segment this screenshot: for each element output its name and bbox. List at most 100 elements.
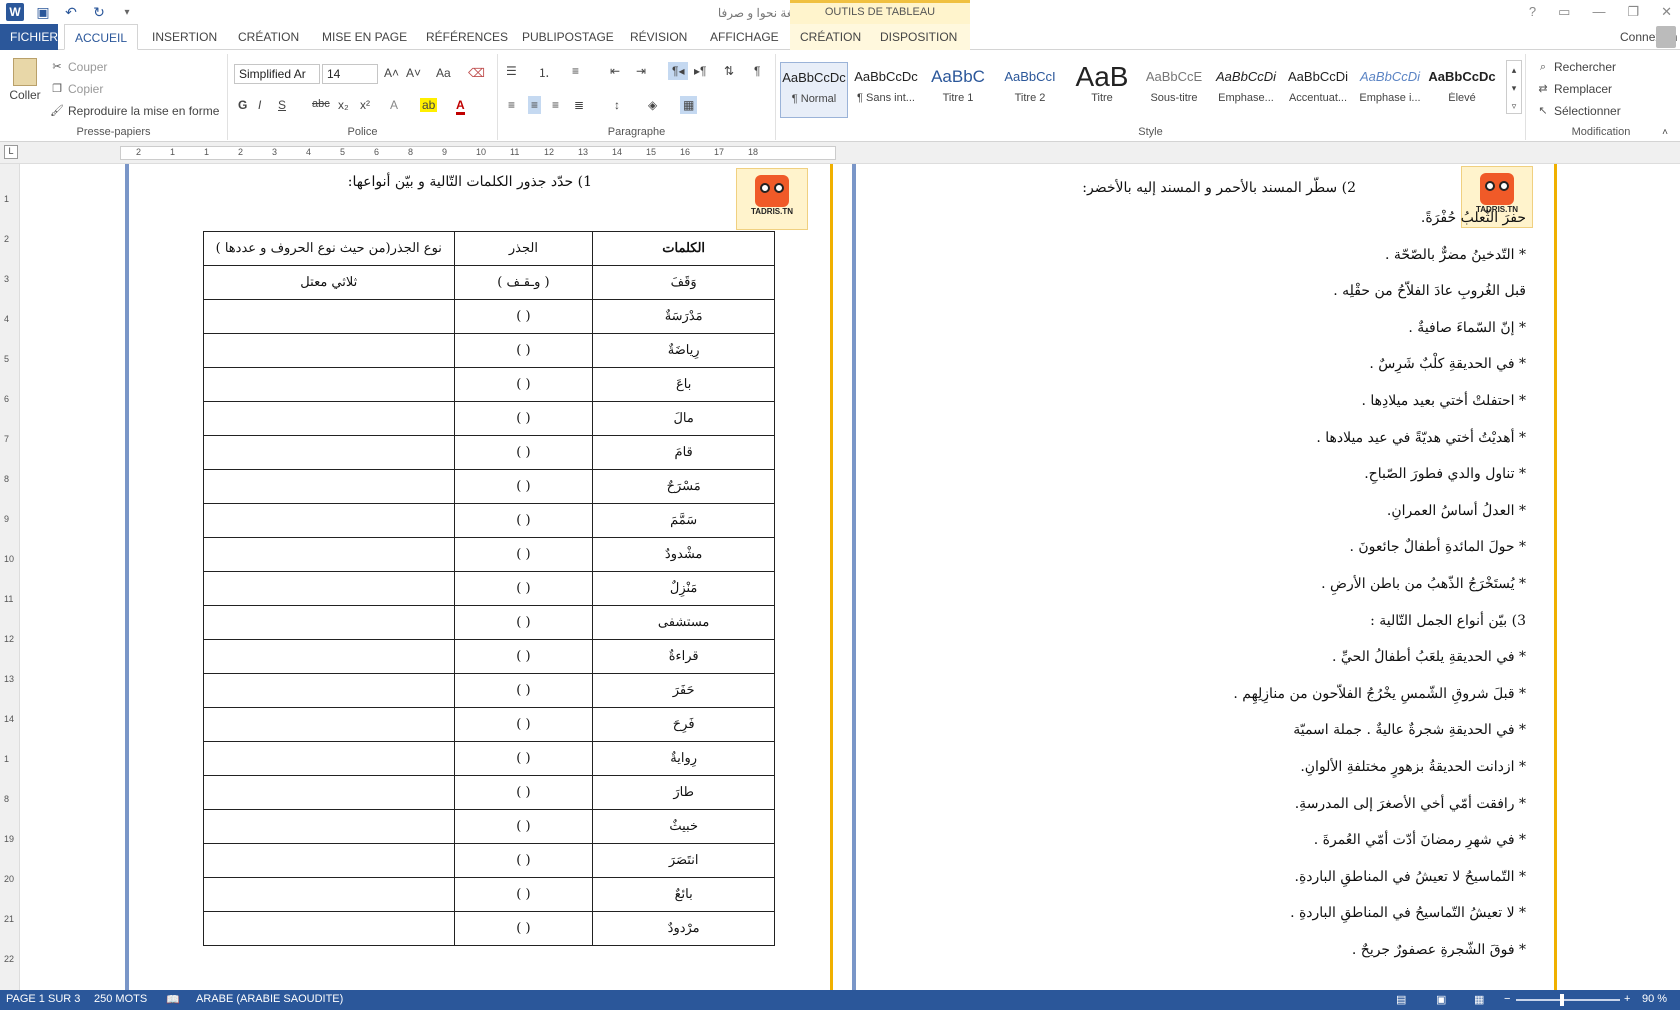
cell-word[interactable]: وَقَفَ (592, 265, 775, 300)
cell-root-type[interactable] (203, 571, 455, 606)
tab-mailings[interactable]: PUBLIPOSTAGE (512, 24, 624, 50)
cell-root-type[interactable] (203, 469, 455, 504)
cell-root-type[interactable] (203, 775, 455, 810)
style-item[interactable]: AaBbCcDc ¶ Sans int... (852, 62, 920, 118)
style-item[interactable]: AaBbC Titre 1 (924, 62, 992, 118)
cell-root[interactable]: ( ) (453, 741, 594, 776)
cell-root[interactable]: ( ) (453, 877, 594, 912)
cell-root-type[interactable] (203, 299, 455, 334)
cell-root[interactable]: ( ) (453, 503, 594, 538)
cell-root-type[interactable] (203, 673, 455, 708)
language-indicator[interactable]: ARABE (ARABIE SAOUDITE) (196, 993, 343, 1005)
tab-view[interactable]: AFFICHAGE (700, 24, 789, 50)
print-layout-icon[interactable]: ▣ (1436, 993, 1446, 1006)
zoom-out-icon[interactable]: − (1504, 993, 1510, 1005)
decrease-indent-icon[interactable]: ⇤ (610, 64, 620, 78)
tab-references[interactable]: RÉFÉRENCES (416, 24, 518, 50)
cell-root-type[interactable] (203, 333, 455, 368)
cell-word[interactable]: حَفَرَ (592, 673, 775, 708)
cell-root[interactable]: ( ) (453, 673, 594, 708)
cell-root[interactable]: ( ) (453, 809, 594, 844)
zoom-level[interactable]: 90 % (1642, 993, 1667, 1005)
cell-root[interactable]: ( ) (453, 435, 594, 470)
cell-word[interactable]: خبيثٌ (592, 809, 775, 844)
sort-icon[interactable]: ⇅ (724, 64, 734, 78)
cell-root-type[interactable] (203, 809, 455, 844)
cell-word[interactable]: مستشفى (592, 605, 775, 640)
page-count[interactable]: PAGE 1 SUR 3 (6, 993, 80, 1005)
select-button[interactable]: ↖ Sélectionner (1536, 104, 1620, 118)
restore-button[interactable]: ❐ (1627, 4, 1639, 20)
align-left-icon[interactable]: ≡ (508, 98, 515, 112)
shrink-font-button[interactable]: A˅ (406, 66, 421, 80)
cell-root[interactable]: ( وـقـف ) (453, 265, 594, 300)
cell-word[interactable]: فَرِحَ (592, 707, 775, 742)
style-item[interactable]: AaBbCcE Sous-titre (1140, 62, 1208, 118)
cell-root[interactable]: ( ) (453, 911, 594, 946)
text-effects-icon[interactable]: A (390, 98, 398, 112)
zoom-slider[interactable] (1516, 999, 1620, 1001)
collapse-ribbon-icon[interactable]: ˄ (1662, 127, 1668, 138)
cell-root[interactable]: ( ) (453, 469, 594, 504)
cell-word[interactable]: رِوايةٌ (592, 741, 775, 776)
font-color-icon[interactable]: A (456, 98, 465, 115)
cell-root[interactable]: ( ) (453, 367, 594, 402)
find-button[interactable]: ⌕ Rechercher (1536, 60, 1616, 74)
zoom-slider-thumb[interactable] (1560, 994, 1564, 1006)
user-avatar-icon[interactable] (1656, 26, 1676, 48)
cell-root-type[interactable] (203, 877, 455, 912)
style-item[interactable]: AaBbCcI Titre 2 (996, 62, 1064, 118)
cell-word[interactable]: قراءةٌ (592, 639, 775, 674)
superscript-button[interactable]: x² (360, 98, 370, 112)
strikethrough-button[interactable]: abc (312, 98, 330, 110)
shading-icon[interactable]: ◈ (648, 98, 657, 112)
cell-root[interactable]: ( ) (453, 605, 594, 640)
cell-root-type[interactable] (203, 503, 455, 538)
tab-table-design[interactable]: CRÉATION (790, 24, 870, 50)
help-button[interactable]: ? (1529, 4, 1536, 20)
cell-root[interactable]: ( ) (453, 401, 594, 436)
cell-word[interactable]: مَدْرَسَةٌ (592, 299, 775, 334)
cell-word[interactable]: مَسْرَحٌ (592, 469, 775, 504)
cell-word[interactable]: مالَ (592, 401, 775, 436)
zoom-in-icon[interactable]: + (1624, 993, 1630, 1005)
roots-table[interactable]: الكلمات الجذر نوع الجذر(من حيث نوع الحرو… (203, 231, 775, 946)
numbering-icon[interactable]: ⒈ (538, 64, 550, 81)
tab-page-layout[interactable]: MISE EN PAGE (312, 24, 417, 50)
clear-format-icon[interactable]: ⌫ (468, 66, 485, 80)
highlight-icon[interactable]: ab (420, 98, 438, 112)
align-right-icon[interactable]: ≡ (552, 98, 559, 112)
cell-root-type[interactable]: ثلاثي معتل (203, 265, 455, 300)
word-count[interactable]: 250 MOTS (94, 993, 147, 1005)
bold-button[interactable]: G (238, 98, 247, 112)
cell-root[interactable]: ( ) (453, 707, 594, 742)
cell-root-type[interactable] (203, 707, 455, 742)
style-item[interactable]: AaBbCcDc Élevé (1428, 62, 1496, 118)
cell-root-type[interactable] (203, 911, 455, 946)
format-painter-button[interactable]: 🖌 Reproduire la mise en forme (50, 104, 219, 118)
cell-root[interactable]: ( ) (453, 639, 594, 674)
read-mode-icon[interactable]: ▤ (1396, 993, 1406, 1006)
underline-button[interactable]: S (278, 98, 286, 112)
cell-root-type[interactable] (203, 537, 455, 572)
tab-review[interactable]: RÉVISION (620, 24, 697, 50)
cell-root-type[interactable] (203, 741, 455, 776)
cell-root-type[interactable] (203, 401, 455, 436)
cell-root-type[interactable] (203, 435, 455, 470)
tab-design[interactable]: CRÉATION (228, 24, 309, 50)
style-item[interactable]: AaBbCcDi Emphase... (1212, 62, 1280, 118)
tab-selector-icon[interactable]: L (4, 145, 18, 159)
cell-root-type[interactable] (203, 367, 455, 402)
cut-button[interactable]: ✂ Couper (50, 60, 107, 74)
proofing-icon[interactable]: 📖 (166, 993, 180, 1006)
increase-indent-icon[interactable]: ⇥ (636, 64, 646, 78)
cell-word[interactable]: انتَصَرَ (592, 843, 775, 878)
tab-file[interactable]: FICHIER (0, 24, 58, 50)
subscript-button[interactable]: x₂ (338, 98, 349, 112)
cell-root[interactable]: ( ) (453, 843, 594, 878)
cell-word[interactable]: طارَ (592, 775, 775, 810)
rtl-direction-icon[interactable]: ¶◂ (668, 62, 689, 80)
cell-root[interactable]: ( ) (453, 299, 594, 334)
multilevel-list-icon[interactable]: ≡ (572, 64, 579, 78)
borders-icon[interactable]: ▦ (680, 96, 698, 114)
